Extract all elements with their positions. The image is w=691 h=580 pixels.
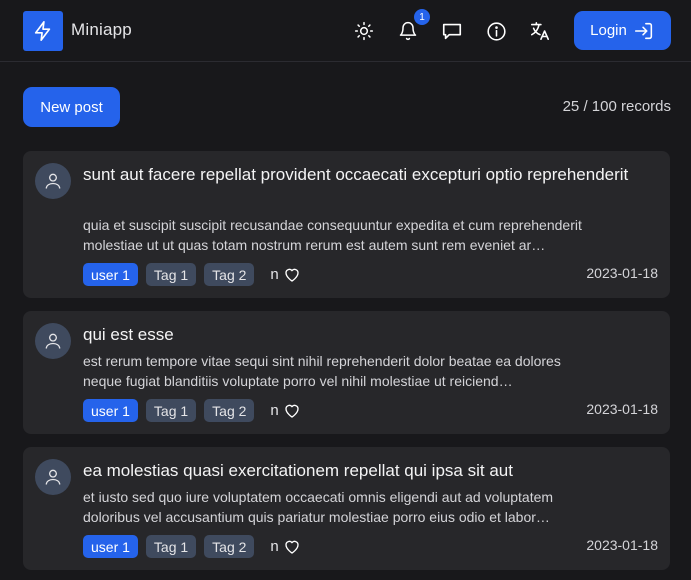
- post-body-line: molestiae ut ut quas totam nostrum rerum…: [83, 237, 546, 253]
- tag[interactable]: Tag 1: [145, 399, 197, 422]
- post-body-line: doloribus vel accusantium quis pariatur …: [83, 509, 550, 525]
- post-body: quia et suscipit suscipit recusandae con…: [83, 215, 663, 255]
- post-date: 2023-01-18: [586, 265, 658, 281]
- post-body-line: quia et suscipit suscipit recusandae con…: [83, 217, 582, 233]
- like-count: n: [270, 402, 279, 419]
- like-button[interactable]: n: [270, 266, 300, 284]
- tag[interactable]: Tag 2: [204, 399, 255, 422]
- new-post-button[interactable]: New post: [23, 87, 120, 127]
- sun-icon: [354, 21, 374, 41]
- translate-icon: [530, 21, 550, 41]
- post-card[interactable]: qui est esse est rerum tempore vitae seq…: [23, 311, 670, 434]
- info-button[interactable]: [484, 19, 508, 43]
- post-title[interactable]: qui est esse: [83, 323, 643, 347]
- bell-icon: [399, 21, 417, 41]
- info-icon: [486, 21, 506, 41]
- post-date: 2023-01-18: [586, 537, 658, 553]
- bolt-icon: [34, 21, 51, 41]
- login-label: Login: [590, 22, 627, 39]
- post-body-line: et iusto sed quo iure voluptatem occaeca…: [83, 489, 554, 505]
- heart-icon: [285, 404, 299, 418]
- tag-list: user 1 Tag 1 Tag 2 n: [83, 399, 301, 422]
- post-title[interactable]: ea molestias quasi exercitationem repell…: [83, 459, 643, 483]
- user-icon: [45, 173, 61, 189]
- tag[interactable]: Tag 1: [145, 535, 197, 558]
- heart-icon: [285, 540, 299, 554]
- tag[interactable]: Tag 1: [145, 263, 197, 286]
- tag[interactable]: Tag 2: [204, 263, 255, 286]
- post-card[interactable]: ea molestias quasi exercitationem repell…: [23, 447, 670, 570]
- chat-icon: [442, 23, 462, 40]
- post-date: 2023-01-18: [586, 401, 658, 417]
- app-logo[interactable]: [23, 11, 63, 51]
- tag-user[interactable]: user 1: [83, 399, 138, 422]
- post-body-line: neque fugiat blanditiis voluptate porro …: [83, 373, 513, 389]
- tag-list: user 1 Tag 1 Tag 2 n: [83, 535, 301, 558]
- messages-button[interactable]: [440, 19, 464, 43]
- records-count: 25 / 100 records: [562, 98, 671, 115]
- like-count: n: [270, 266, 279, 283]
- post-body: et iusto sed quo iure voluptatem occaeca…: [83, 487, 663, 527]
- like-button[interactable]: n: [270, 402, 300, 420]
- heart-icon: [285, 268, 299, 282]
- user-icon: [45, 469, 61, 485]
- avatar: [35, 459, 71, 495]
- notification-badge: 1: [414, 9, 430, 25]
- like-count: n: [270, 538, 279, 555]
- language-button[interactable]: [528, 19, 552, 43]
- tag-list: user 1 Tag 1 Tag 2 n: [83, 263, 301, 286]
- post-card[interactable]: sunt aut facere repellat provident occae…: [23, 151, 670, 298]
- user-icon: [45, 333, 61, 349]
- post-body-line: est rerum tempore vitae sequi sint nihil…: [83, 353, 561, 369]
- like-button[interactable]: n: [270, 538, 300, 556]
- tag[interactable]: Tag 2: [204, 535, 255, 558]
- login-button[interactable]: Login: [574, 11, 671, 50]
- post-body: est rerum tempore vitae sequi sint nihil…: [83, 351, 663, 391]
- theme-toggle-button[interactable]: [352, 19, 376, 43]
- navbar: Miniapp 1 Login: [0, 0, 691, 62]
- tag-user[interactable]: user 1: [83, 263, 138, 286]
- avatar: [35, 163, 71, 199]
- app-title: Miniapp: [71, 20, 132, 39]
- post-title[interactable]: sunt aut facere repellat provident occae…: [83, 163, 643, 187]
- tag-user[interactable]: user 1: [83, 535, 138, 558]
- avatar: [35, 323, 71, 359]
- login-icon: [634, 22, 652, 39]
